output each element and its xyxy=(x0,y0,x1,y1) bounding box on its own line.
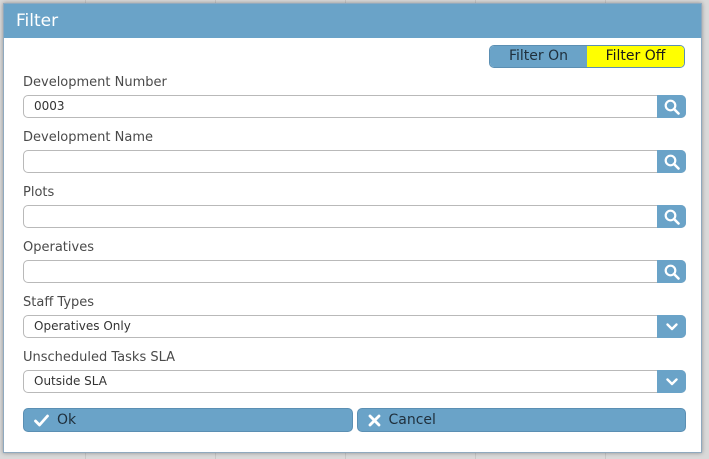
filter-toggle[interactable]: Filter On Filter Off xyxy=(489,45,685,68)
search-icon xyxy=(664,154,680,170)
operatives-field: Operatives xyxy=(23,239,686,283)
ok-button-label: Ok xyxy=(57,412,77,428)
cancel-button-label: Cancel xyxy=(388,412,436,428)
search-icon xyxy=(664,264,680,280)
cancel-button[interactable]: Cancel xyxy=(356,408,686,432)
dialog-actions: Ok Cancel xyxy=(23,408,686,432)
close-icon xyxy=(368,414,380,426)
development-name-input[interactable] xyxy=(23,150,686,173)
development-number-field: Development Number 0003 xyxy=(23,74,686,118)
operatives-search-button[interactable] xyxy=(657,260,686,283)
unscheduled-tasks-sla-select[interactable]: Outside SLA xyxy=(23,370,686,393)
development-number-value: 0003 xyxy=(34,99,65,113)
staff-types-field: Staff Types Operatives Only xyxy=(23,294,686,338)
plots-input[interactable] xyxy=(23,205,686,228)
development-name-search-button[interactable] xyxy=(657,150,686,173)
staff-types-dropdown-button[interactable] xyxy=(657,315,686,338)
operatives-label: Operatives xyxy=(23,240,94,255)
filter-dialog: Filter Filter On Filter Off Development … xyxy=(3,3,702,453)
staff-types-value: Operatives Only xyxy=(34,319,131,333)
unscheduled-tasks-sla-value: Outside SLA xyxy=(34,374,107,388)
plots-search-button[interactable] xyxy=(657,205,686,228)
ok-button[interactable]: Ok xyxy=(23,408,353,432)
plots-field: Plots xyxy=(23,184,686,228)
development-name-field: Development Name xyxy=(23,129,686,173)
staff-types-label: Staff Types xyxy=(23,295,95,310)
filter-off-option[interactable]: Filter Off xyxy=(587,46,684,67)
development-name-label: Development Name xyxy=(23,130,153,145)
development-number-input[interactable]: 0003 xyxy=(23,95,686,118)
checkmark-icon xyxy=(34,414,49,426)
staff-types-select[interactable]: Operatives Only xyxy=(23,315,686,338)
chevron-down-icon xyxy=(665,322,678,330)
development-number-label: Development Number xyxy=(23,75,167,90)
unscheduled-tasks-sla-dropdown-button[interactable] xyxy=(657,370,686,393)
plots-label: Plots xyxy=(23,185,55,200)
search-icon xyxy=(664,209,680,225)
chevron-down-icon xyxy=(665,377,678,385)
development-number-search-button[interactable] xyxy=(657,95,686,118)
unscheduled-tasks-sla-field: Unscheduled Tasks SLA Outside SLA xyxy=(23,349,686,393)
operatives-input[interactable] xyxy=(23,260,686,283)
filter-on-option[interactable]: Filter On xyxy=(490,46,587,67)
dialog-title: Filter xyxy=(4,4,701,38)
unscheduled-tasks-sla-label: Unscheduled Tasks SLA xyxy=(23,350,176,365)
search-icon xyxy=(664,99,680,115)
